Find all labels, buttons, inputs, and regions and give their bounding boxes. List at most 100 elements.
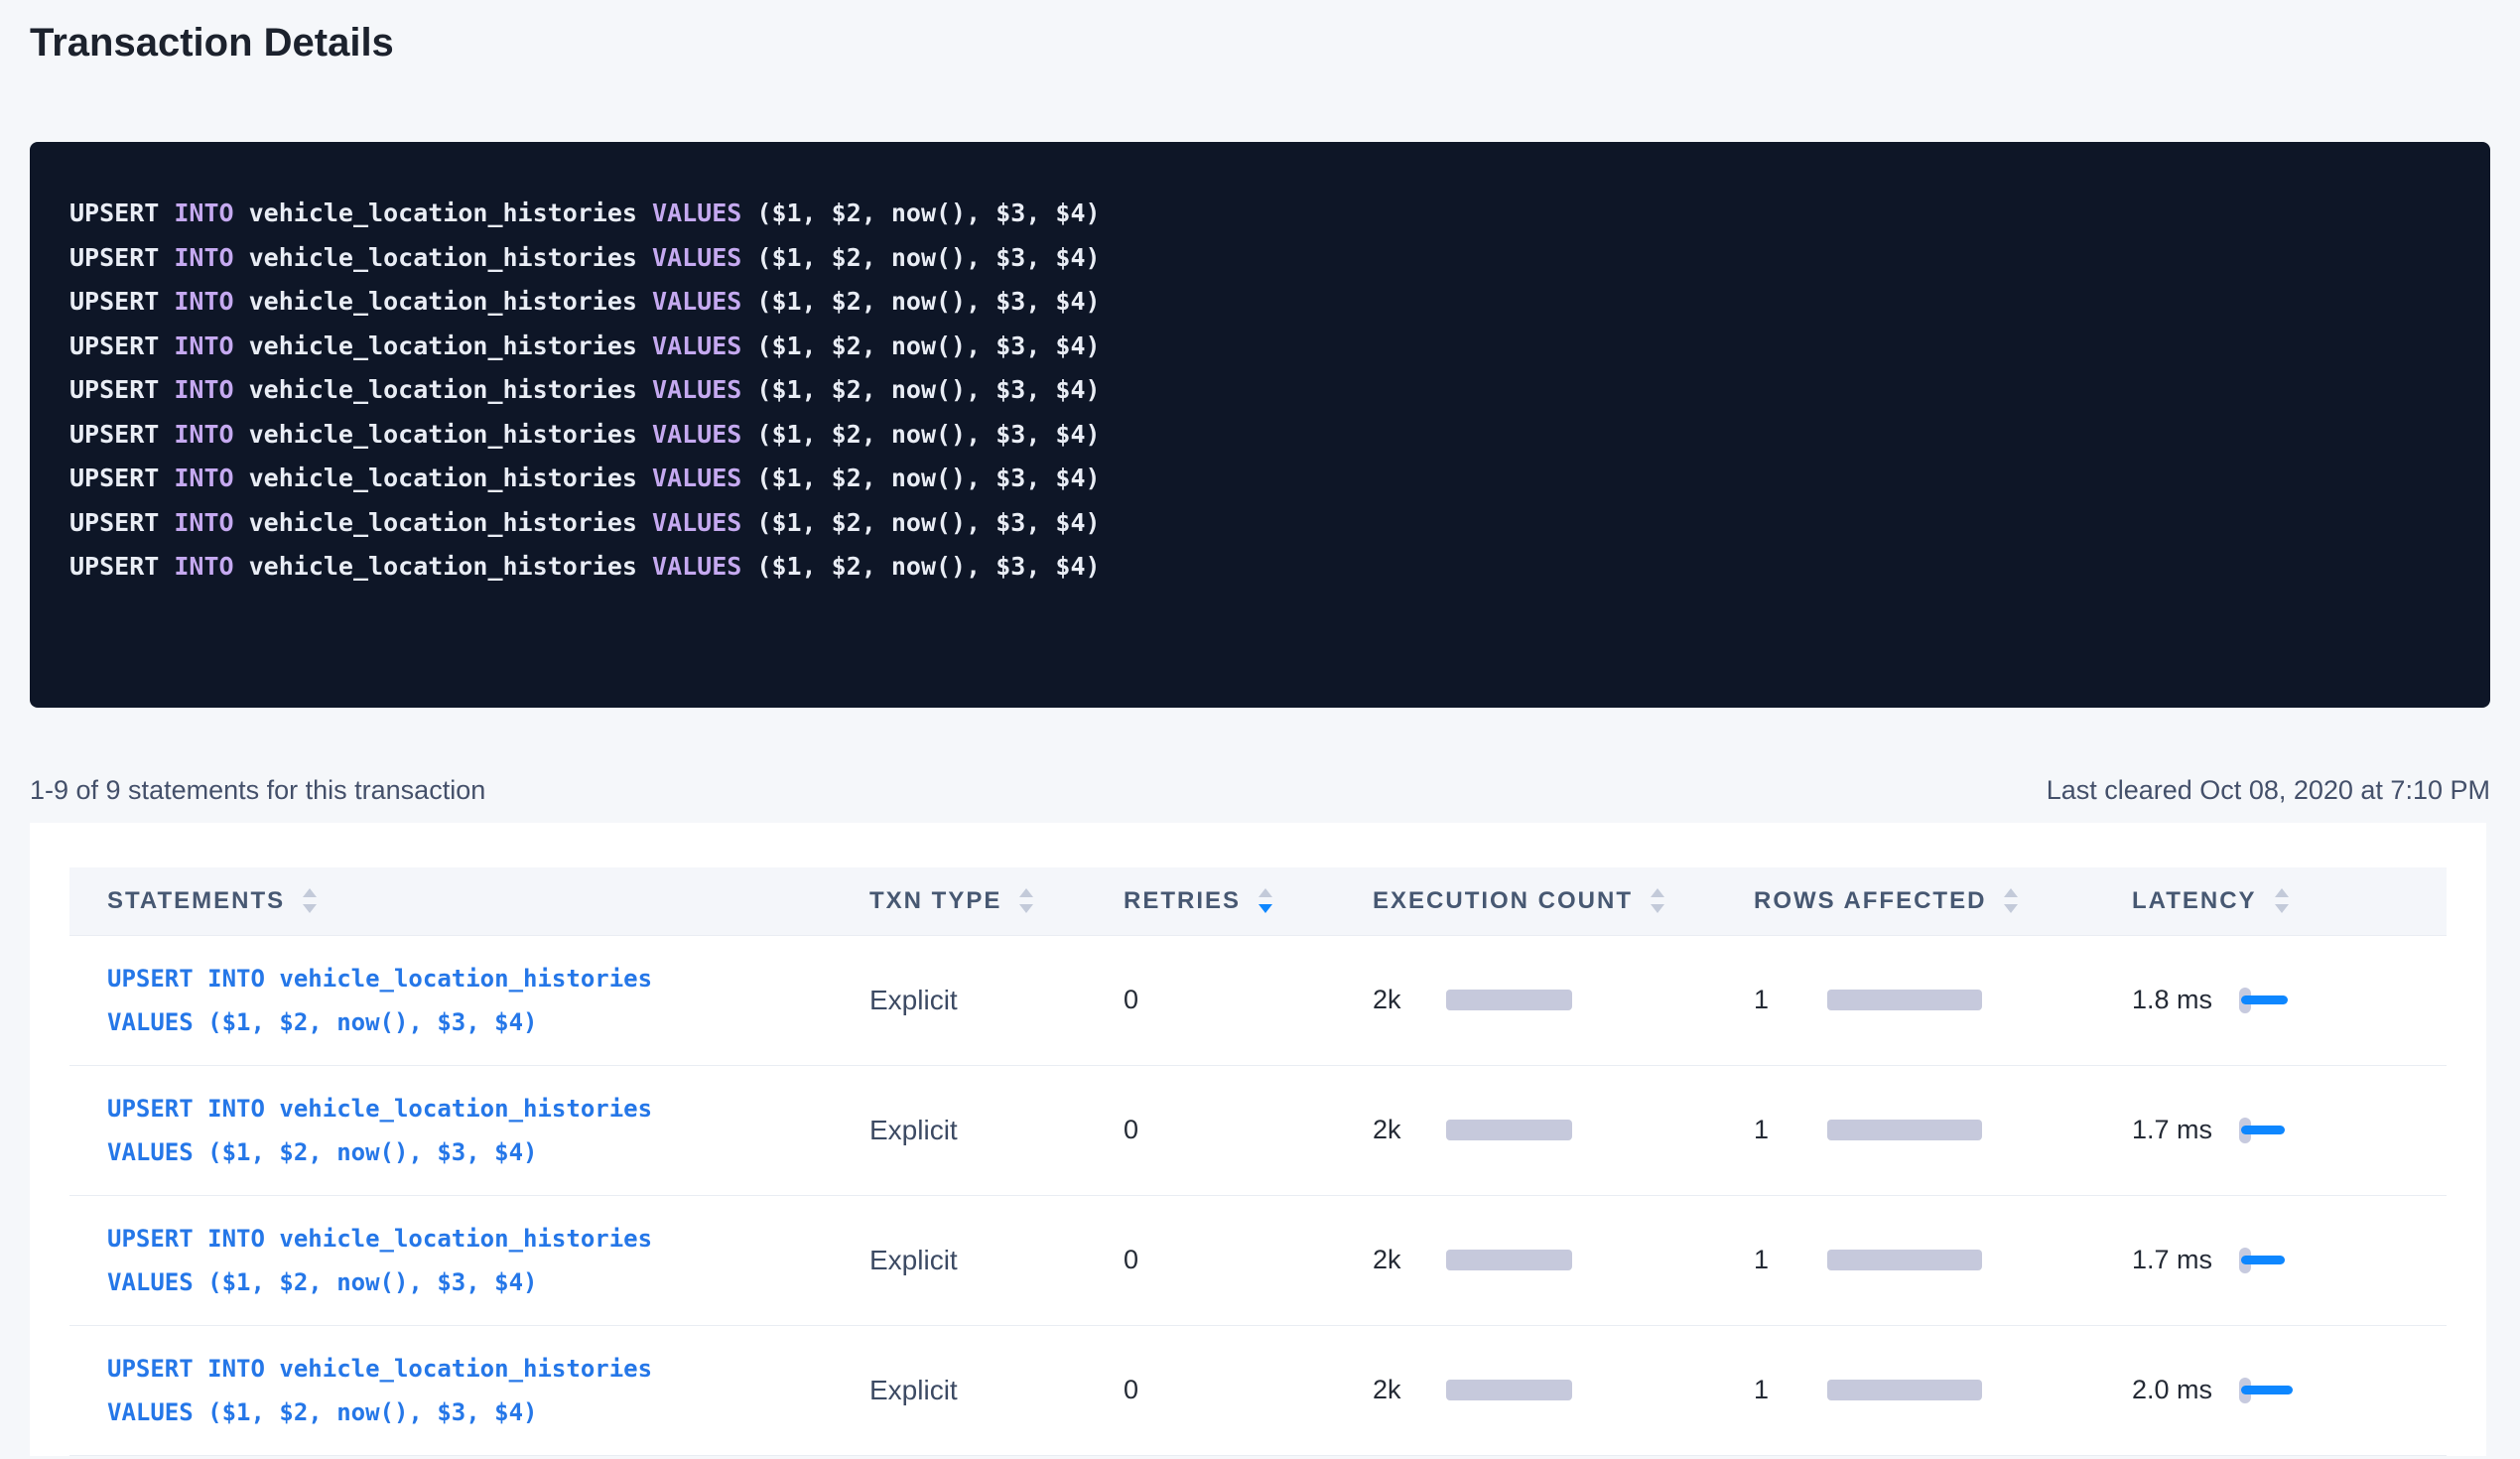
latency-bar-chart	[2239, 988, 2328, 1013]
column-header-rows-affected[interactable]: ROWS AFFECTED	[1724, 867, 2102, 935]
rows-affected-bar	[1827, 1380, 1982, 1400]
sort-arrows-icon	[2004, 888, 2018, 913]
statement-link-line1[interactable]: UPSERT INTO vehicle_location_histories	[107, 1087, 840, 1130]
sql-table-name: vehicle_location_histories	[249, 552, 637, 581]
latency-bar-chart	[2239, 1378, 2328, 1403]
sql-table-name: vehicle_location_histories	[249, 243, 637, 272]
execution-count-value: 2k	[1373, 1115, 1446, 1145]
column-header-latency[interactable]: LATENCY	[2102, 867, 2447, 935]
txn-type-cell: Explicit	[840, 1325, 1094, 1455]
sql-table-name: vehicle_location_histories	[249, 332, 637, 360]
sql-table-name: vehicle_location_histories	[249, 508, 637, 537]
sql-statement-line: UPSERT INTO vehicle_location_histories V…	[69, 501, 2460, 546]
sql-table-name: vehicle_location_histories	[249, 375, 637, 404]
sql-keyword-upsert: UPSERT	[69, 464, 159, 492]
latency-bar	[2241, 1126, 2285, 1134]
table-header-row: STATEMENTS TXN TYPE RETRIES EXECUTION CO…	[69, 867, 2447, 935]
latency-bar-chart	[2239, 1248, 2328, 1273]
column-header-execution-count[interactable]: EXECUTION COUNT	[1343, 867, 1724, 935]
latency-bar-chart	[2239, 1118, 2328, 1143]
sort-arrows-icon	[1259, 888, 1272, 913]
sql-keyword-upsert: UPSERT	[69, 420, 159, 449]
sql-table-name: vehicle_location_histories	[249, 464, 637, 492]
statement-link-line1[interactable]: UPSERT INTO vehicle_location_histories	[107, 1217, 840, 1260]
sql-keyword-upsert: UPSERT	[69, 508, 159, 537]
rows-affected-cell: 1	[1724, 935, 2102, 1065]
latency-value: 2.0 ms	[2132, 1375, 2239, 1405]
sql-keyword-into: INTO	[159, 243, 248, 272]
statement-table-row: UPSERT INTO vehicle_location_histories V…	[69, 1195, 2447, 1325]
txn-type-cell: Explicit	[840, 935, 1094, 1065]
rows-affected-value: 1	[1754, 1115, 1827, 1145]
sql-keyword-values: VALUES	[637, 508, 756, 537]
latency-value: 1.7 ms	[2132, 1245, 2239, 1275]
sql-statement-line: UPSERT INTO vehicle_location_histories V…	[69, 413, 2460, 458]
latency-value: 1.8 ms	[2132, 985, 2239, 1015]
latency-bar	[2241, 1256, 2285, 1264]
rows-affected-bar	[1827, 990, 1982, 1010]
statement-link-line1[interactable]: UPSERT INTO vehicle_location_histories	[107, 1347, 840, 1391]
sql-statement-line: UPSERT INTO vehicle_location_histories V…	[69, 280, 2460, 325]
statements-table-card: STATEMENTS TXN TYPE RETRIES EXECUTION CO…	[30, 823, 2486, 1456]
sql-keyword-values: VALUES	[637, 287, 756, 316]
column-label: LATENCY	[2132, 887, 2257, 915]
sort-arrows-icon	[1019, 888, 1033, 913]
statements-summary-bar: 1-9 of 9 statements for this transaction…	[30, 773, 2490, 807]
sql-params: ($1, $2, now(), $3, $4)	[756, 420, 1100, 449]
rows-affected-bar	[1827, 1120, 1982, 1140]
statement-link-line2[interactable]: VALUES ($1, $2, now(), $3, $4)	[107, 1391, 840, 1434]
sql-params: ($1, $2, now(), $3, $4)	[756, 243, 1100, 272]
sql-keyword-values: VALUES	[637, 420, 756, 449]
rows-affected-value: 1	[1754, 985, 1827, 1015]
statement-link-line2[interactable]: VALUES ($1, $2, now(), $3, $4)	[107, 1000, 840, 1044]
sort-arrows-icon	[1651, 888, 1664, 913]
sql-params: ($1, $2, now(), $3, $4)	[756, 332, 1100, 360]
latency-bar	[2241, 995, 2288, 1004]
sql-keyword-upsert: UPSERT	[69, 552, 159, 581]
execution-count-value: 2k	[1373, 1245, 1446, 1275]
execution-count-value: 2k	[1373, 985, 1446, 1015]
latency-cell: 1.7 ms	[2102, 1065, 2447, 1195]
rows-affected-cell: 1	[1724, 1325, 2102, 1455]
sql-keyword-into: INTO	[159, 552, 248, 581]
statements-range-text: 1-9 of 9 statements for this transaction	[30, 773, 485, 807]
statement-table-row: UPSERT INTO vehicle_location_histories V…	[69, 1325, 2447, 1455]
sql-params: ($1, $2, now(), $3, $4)	[756, 199, 1100, 227]
statement-cell: UPSERT INTO vehicle_location_histories V…	[69, 1195, 840, 1325]
retries-cell: 0	[1094, 1195, 1343, 1325]
statement-link-line1[interactable]: UPSERT INTO vehicle_location_histories	[107, 957, 840, 1000]
statement-cell: UPSERT INTO vehicle_location_histories V…	[69, 935, 840, 1065]
sql-statement-line: UPSERT INTO vehicle_location_histories V…	[69, 236, 2460, 281]
page-title: Transaction Details	[30, 20, 2520, 66]
rows-affected-value: 1	[1754, 1245, 1827, 1275]
statement-link-line2[interactable]: VALUES ($1, $2, now(), $3, $4)	[107, 1130, 840, 1174]
retries-cell: 0	[1094, 935, 1343, 1065]
rows-affected-cell: 1	[1724, 1065, 2102, 1195]
sql-keyword-values: VALUES	[637, 552, 756, 581]
execution-count-cell: 2k	[1343, 1325, 1724, 1455]
sql-keyword-values: VALUES	[637, 332, 756, 360]
sql-statement-line: UPSERT INTO vehicle_location_histories V…	[69, 545, 2460, 590]
column-label: STATEMENTS	[107, 887, 285, 915]
statement-link-line2[interactable]: VALUES ($1, $2, now(), $3, $4)	[107, 1260, 840, 1304]
column-header-retries[interactable]: RETRIES	[1094, 867, 1343, 935]
column-label: TXN TYPE	[869, 887, 1001, 915]
latency-cell: 2.0 ms	[2102, 1325, 2447, 1455]
sort-arrows-icon	[303, 888, 317, 913]
sql-keyword-into: INTO	[159, 464, 248, 492]
statement-table-row: UPSERT INTO vehicle_location_histories V…	[69, 935, 2447, 1065]
last-cleared-text: Last cleared Oct 08, 2020 at 7:10 PM	[2047, 773, 2490, 807]
sql-params: ($1, $2, now(), $3, $4)	[756, 552, 1100, 581]
execution-count-bar	[1446, 1380, 1572, 1400]
sql-statement-line: UPSERT INTO vehicle_location_histories V…	[69, 325, 2460, 369]
column-header-txn-type[interactable]: TXN TYPE	[840, 867, 1094, 935]
execution-count-cell: 2k	[1343, 1195, 1724, 1325]
sql-keyword-into: INTO	[159, 199, 248, 227]
sql-params: ($1, $2, now(), $3, $4)	[756, 464, 1100, 492]
column-header-statements[interactable]: STATEMENTS	[69, 867, 840, 935]
sql-keyword-values: VALUES	[637, 375, 756, 404]
latency-cell: 1.7 ms	[2102, 1195, 2447, 1325]
sql-params: ($1, $2, now(), $3, $4)	[756, 287, 1100, 316]
sql-statement-line: UPSERT INTO vehicle_location_histories V…	[69, 368, 2460, 413]
column-label: RETRIES	[1124, 887, 1241, 915]
